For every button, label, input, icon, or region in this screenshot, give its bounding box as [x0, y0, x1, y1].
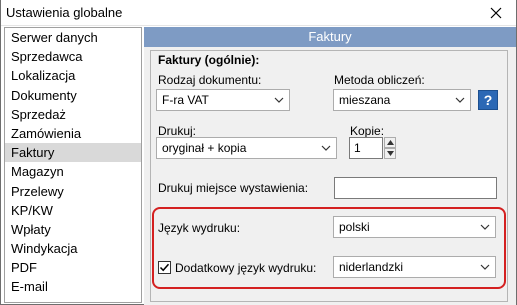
settings-window: Ustawienia globalne Serwer danych Sprzeda…	[0, 0, 517, 305]
sidebar-item[interactable]: Dokumenty	[5, 86, 141, 105]
close-button[interactable]	[476, 0, 516, 26]
group-title: Faktury (ogólnie):	[158, 53, 260, 67]
sidebar-item[interactable]: Lokalizacja	[5, 66, 141, 85]
spin-down-button[interactable]	[384, 148, 396, 159]
sidebar-item[interactable]: Magazyn	[5, 162, 141, 181]
section-header: Faktury	[144, 27, 516, 47]
arrow-down-icon	[386, 151, 394, 156]
print-label: Drukuj:	[158, 124, 197, 138]
calc-method-value: mieszana	[339, 93, 391, 107]
help-button[interactable]: ?	[478, 90, 498, 110]
chevron-down-icon	[455, 97, 465, 103]
sidebar-item[interactable]: Faktury	[5, 143, 141, 163]
help-icon: ?	[483, 92, 493, 108]
chevron-down-icon	[480, 264, 490, 270]
sidebar-item[interactable]: Zamówienia	[5, 124, 141, 143]
checkmark-icon	[159, 263, 170, 272]
title-bar: Ustawienia globalne	[1, 0, 516, 26]
sidebar-item[interactable]: Sprzedaż	[5, 105, 141, 124]
print-place-label: Drukuj miejsce wystawienia:	[158, 181, 309, 195]
doc-type-value: F-ra VAT	[162, 93, 209, 107]
chevron-down-icon	[480, 224, 490, 230]
doc-type-select[interactable]: F-ra VAT	[156, 89, 290, 111]
print-select[interactable]: oryginał + kopia	[156, 137, 337, 159]
calc-method-label: Metoda obliczeń:	[334, 73, 425, 87]
extra-lang-checkbox[interactable]	[158, 261, 171, 274]
arrow-up-icon	[386, 140, 394, 145]
sidebar-item[interactable]: Przelewy	[5, 182, 141, 201]
sidebar-item[interactable]: E-mail	[5, 277, 141, 296]
calc-method-select[interactable]: mieszana	[333, 89, 471, 111]
sidebar-item[interactable]: PDF	[5, 258, 141, 277]
sidebar-item[interactable]: Sprzedawca	[5, 47, 141, 66]
close-icon	[490, 7, 502, 19]
sidebar-item[interactable]: Wpłaty	[5, 220, 141, 239]
extra-lang-value: niderlandzki	[339, 260, 404, 274]
print-lang-select[interactable]: polski	[333, 216, 496, 238]
chevron-down-icon	[321, 145, 331, 151]
print-value: oryginał + kopia	[162, 141, 247, 155]
copies-input[interactable]: 1	[349, 137, 383, 159]
print-lang-value: polski	[339, 220, 370, 234]
print-lang-label: Język wydruku:	[158, 221, 241, 235]
sidebar-item[interactable]: Windykacja	[5, 239, 141, 258]
sidebar-item[interactable]: KP/KW	[5, 201, 141, 220]
copies-spinner	[384, 137, 396, 159]
window-title: Ustawienia globalne	[6, 5, 123, 20]
chevron-down-icon	[274, 97, 284, 103]
extra-lang-label: Dodatkowy język wydruku:	[175, 261, 317, 275]
spin-up-button[interactable]	[384, 137, 396, 148]
doc-type-label: Rodzaj dokumentu:	[158, 73, 262, 87]
settings-category-list: Serwer danych Sprzedawca Lokalizacja Dokume…	[4, 27, 142, 303]
settings-panel: Faktury Faktury (ogólnie): Rodzaj dokume…	[144, 27, 516, 305]
print-place-input[interactable]	[334, 177, 497, 199]
extra-lang-select[interactable]: niderlandzki	[333, 256, 496, 278]
copies-label: Kopie:	[350, 124, 385, 138]
sidebar-item[interactable]: Serwer danych	[5, 28, 141, 47]
